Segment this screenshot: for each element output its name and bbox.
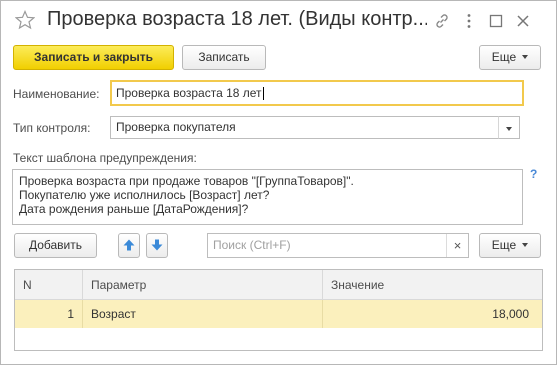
chevron-down-icon xyxy=(506,127,512,131)
column-header-value[interactable]: Значение xyxy=(323,270,542,300)
cell-parameter: Возраст xyxy=(83,300,323,328)
chevron-down-icon xyxy=(522,54,529,59)
link-icon[interactable] xyxy=(433,12,451,30)
table-header: N Параметр Значение xyxy=(15,270,542,300)
name-label: Наименование: xyxy=(13,87,100,101)
template-label: Текст шаблона предупреждения: xyxy=(13,151,197,165)
save-button[interactable]: Записать xyxy=(182,45,266,70)
template-line: Покупателю уже исполнилось [Возраст] лет… xyxy=(19,188,270,202)
form-window: Проверка возраста 18 лет. (Виды контр...… xyxy=(0,0,557,365)
close-icon[interactable] xyxy=(514,12,532,30)
control-type-dropdown-button[interactable] xyxy=(498,116,520,139)
parameters-table: N Параметр Значение 1 Возраст 18,000 xyxy=(14,269,543,351)
more-menu-label: Еще xyxy=(491,50,517,64)
maximize-icon[interactable] xyxy=(487,12,505,30)
column-header-parameter[interactable]: Параметр xyxy=(83,270,323,300)
save-and-close-button[interactable]: Записать и закрыть xyxy=(13,45,174,70)
table-more-menu-button[interactable]: Еще xyxy=(479,233,541,258)
title-bar: Проверка возраста 18 лет. (Виды контр... xyxy=(1,1,556,41)
cell-value: 18,000 xyxy=(492,307,529,321)
arrow-down-icon xyxy=(151,239,163,251)
clear-search-icon[interactable]: × xyxy=(446,234,468,257)
move-up-button[interactable] xyxy=(118,233,140,258)
text-cursor xyxy=(262,87,264,101)
control-type-value: Проверка покупателя xyxy=(116,120,236,134)
template-textarea[interactable]: Проверка возраста при продаже товаров "[… xyxy=(12,169,523,225)
search-input[interactable]: Поиск (Ctrl+F) × xyxy=(207,233,469,258)
control-type-select[interactable]: Проверка покупателя xyxy=(110,116,499,139)
move-down-button[interactable] xyxy=(146,233,168,258)
add-row-button[interactable]: Добавить xyxy=(14,233,97,258)
name-field[interactable]: Проверка возраста 18 лет xyxy=(110,80,524,106)
more-menu-button[interactable]: Еще xyxy=(479,45,541,70)
table-row[interactable]: 1 Возраст 18,000 xyxy=(15,300,542,328)
arrow-up-icon xyxy=(123,239,135,251)
search-placeholder: Поиск (Ctrl+F) xyxy=(213,238,291,252)
window-title: Проверка возраста 18 лет. (Виды контр... xyxy=(47,8,427,30)
more-actions-icon[interactable] xyxy=(460,12,478,30)
column-header-n[interactable]: N xyxy=(15,270,83,300)
cell-n: 1 xyxy=(15,300,83,328)
favorite-star-icon[interactable] xyxy=(15,10,35,30)
table-more-menu-label: Еще xyxy=(491,238,517,252)
chevron-down-icon xyxy=(522,242,529,247)
template-line: Проверка возраста при продаже товаров "[… xyxy=(19,174,354,188)
help-icon[interactable]: ? xyxy=(530,167,537,181)
name-value: Проверка возраста 18 лет xyxy=(116,86,262,100)
control-type-label: Тип контроля: xyxy=(13,121,91,135)
template-line: Дата рождения раньше [ДатаРождения]? xyxy=(19,202,249,216)
